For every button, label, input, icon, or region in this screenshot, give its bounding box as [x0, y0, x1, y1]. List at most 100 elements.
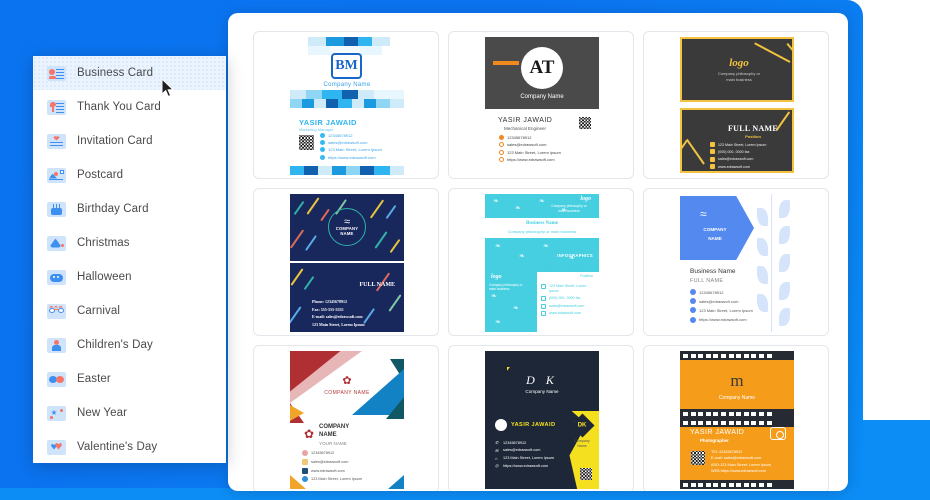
template-card-blue-arrow[interactable]: ≈ COMPANY NAME Business Name FULL NAME 1…: [643, 188, 829, 336]
sidebar-item-halloween[interactable]: Halloween: [33, 260, 226, 294]
sidebar-item-thank-you-card[interactable]: Thank You Card: [33, 90, 226, 124]
sidebar-item-easter[interactable]: Easter: [33, 362, 226, 396]
qr-code-icon: [299, 135, 314, 150]
sidebar-item-label: Invitation Card: [77, 135, 153, 147]
pixel-row: [290, 90, 404, 99]
card-logo: ✿: [342, 375, 352, 387]
contact-phone: 12345678912: [311, 451, 335, 455]
template-gallery-panel: BM Company Name YASIR JAWAID Marketing M…: [228, 13, 848, 491]
sidebar-item-label: Birthday Card: [77, 203, 149, 215]
card-full-name: FULL NAME: [359, 282, 395, 288]
card-philosophy: Company philosophy or main business: [717, 71, 761, 83]
film-strip-mid-2: [680, 418, 794, 427]
sidebar-item-new-year[interactable]: New Year: [33, 396, 226, 430]
address-icon: ⌂: [495, 455, 498, 461]
address-icon: [320, 147, 325, 153]
sidebar-item-birthday-card[interactable]: Birthday Card: [33, 192, 226, 226]
template-card-pixel-blue[interactable]: BM Company Name YASIR JAWAID Marketing M…: [253, 31, 439, 179]
sidebar-item-label: Christmas: [77, 237, 130, 249]
card-logo: m: [730, 371, 744, 390]
postcard-icon: [47, 167, 66, 183]
hearts-icon: [47, 439, 66, 455]
card-contacts: 12345678912 sales@edrawsoft.com 123 Main…: [320, 133, 382, 162]
template-card-cyan-leaves[interactable]: ❧ ❧ ❧ ❧ logo Company philosophy or main bus…: [448, 188, 634, 336]
mouse-cursor: [162, 79, 175, 98]
qr-code-icon: [579, 117, 591, 129]
sidebar-item-postcard[interactable]: Postcard: [33, 158, 226, 192]
sidebar-item-invitation-card[interactable]: Invitation Card: [33, 124, 226, 158]
card-business-name: Business Name: [525, 221, 559, 226]
template-card-navy-dashes[interactable]: ≈ COMPANY NAME FULL NAME Phone: 12345678…: [253, 188, 439, 336]
card-contacts: 12345678912 sales@edrawsoft.com 123 Main…: [690, 289, 753, 326]
easter-egg-icon: [47, 371, 66, 387]
sidebar-item-children-s-day[interactable]: Children's Day: [33, 328, 226, 362]
cyan-band-left: [485, 272, 537, 332]
qr-code-icon: [580, 468, 592, 480]
card-full-name: YASIR JAWAID: [498, 117, 553, 124]
phone-icon: ✆: [495, 440, 499, 445]
contact-address: 123 Main Street, Lorem Ipsum: [549, 284, 587, 293]
template-card-yellow-dark[interactable]: D K Company Name YASIR JAWAID DK Company…: [448, 345, 634, 491]
contact-address: 123 Main Street, Lorem Ipsum: [311, 477, 363, 482]
card-header: logo Company philosophy or main business: [680, 37, 794, 102]
card-infographics-label: INFOGRAPHICS: [557, 253, 593, 258]
template-card-dark-gold[interactable]: logo Company philosophy or main business…: [643, 31, 829, 179]
fireworks-icon: [47, 405, 66, 421]
email-icon: [320, 140, 325, 146]
template-card-dark-orange[interactable]: AT Company Name YASIR JAWAID Mechanical …: [448, 31, 634, 179]
address-icon: [710, 142, 715, 147]
phone-icon: [320, 133, 325, 138]
card-logo: logo: [580, 196, 591, 202]
card-body: YASIR JAWAID Mechanical Engineer 1234567…: [485, 113, 599, 175]
contact-email: sales@edrawsoft.com: [699, 298, 739, 304]
contact-email: sales@edrawsoft.com: [328, 140, 368, 146]
card-contacts: 12345678912 sales@edrawsoft.com www.edra…: [302, 450, 362, 485]
card-philosophy-secondary: Company philosophy or main business: [489, 283, 523, 292]
contact-email: sales@edrawsoft.com: [507, 142, 547, 148]
camera-icon: [770, 427, 786, 440]
avatar: [495, 419, 507, 431]
contact-fax: (000) 000- 0000 fax: [718, 149, 750, 154]
address-icon: [541, 284, 546, 289]
sidebar-item-christmas[interactable]: Christmas: [33, 226, 226, 260]
contact-website: www.edrawsoft.com: [718, 164, 750, 169]
invitation-card-icon: [47, 133, 66, 149]
app-root: BM Company Name YASIR JAWAID Marketing M…: [0, 0, 930, 500]
card-full-name: FULL NAME: [690, 278, 724, 284]
website-icon: [541, 311, 546, 317]
card-company-name: Company Name: [323, 82, 371, 88]
card-your-name: YOUR NAME: [319, 441, 347, 446]
contact-email: sales@edrawsoft.com: [503, 448, 541, 453]
contact-email: E-mail: sales@edrawsoft.com: [711, 456, 762, 461]
template-card-orange-film[interactable]: m Company Name YASIR JAWAID Photographer…: [643, 345, 829, 491]
card-logo: D K: [526, 373, 558, 387]
card-position: Marketing Manager: [299, 127, 334, 132]
card-logo: AT: [521, 47, 563, 89]
sidebar-item-label: Business Card: [77, 67, 154, 79]
card-contacts: Phone: 12345678912 Fax: 555-555-5555 E-m…: [312, 299, 365, 329]
contact-fax: Fax: 555-555-5555: [312, 306, 344, 312]
sidebar-item-valentine-s-day[interactable]: Valentine's Day: [33, 430, 226, 463]
card-philosophy: Company philosophy or main business: [551, 204, 587, 214]
website-icon: ◎: [495, 463, 499, 469]
email-icon: [302, 458, 308, 465]
card-full-name: YASIR JAWAID: [299, 118, 357, 127]
card-body: FULL NAME Position 123 Main Street, Lore…: [680, 108, 794, 173]
phone-icon: [499, 135, 504, 140]
carnival-mask-icon: [47, 303, 66, 319]
website-icon: [710, 164, 715, 170]
wave-icon: ≈: [700, 207, 707, 221]
contact-phone: TEL:12345678912: [711, 450, 743, 454]
card-body: FULL NAME Phone: 12345678912 Fax: 555-55…: [290, 263, 404, 332]
contact-email: sales@edrawsoft.com: [311, 459, 349, 464]
card-full-name: YASIR JAWAID: [690, 429, 745, 436]
sidebar-item-carnival[interactable]: Carnival: [33, 294, 226, 328]
template-card-white-triangles[interactable]: ✿ COMPANY NAME ✿ COMPANY NAME YOUR NAME …: [253, 345, 439, 491]
business-card-icon: [47, 65, 66, 81]
card-position: Photographer: [700, 438, 729, 443]
website-icon: [302, 467, 308, 474]
website-icon: [499, 157, 504, 163]
contact-address: ADD:123 Main Street, Lorem Ipsum: [711, 462, 772, 467]
sidebar-item-business-card[interactable]: Business Card: [33, 56, 226, 90]
contact-website: www.edrawsoft.com: [311, 468, 345, 473]
